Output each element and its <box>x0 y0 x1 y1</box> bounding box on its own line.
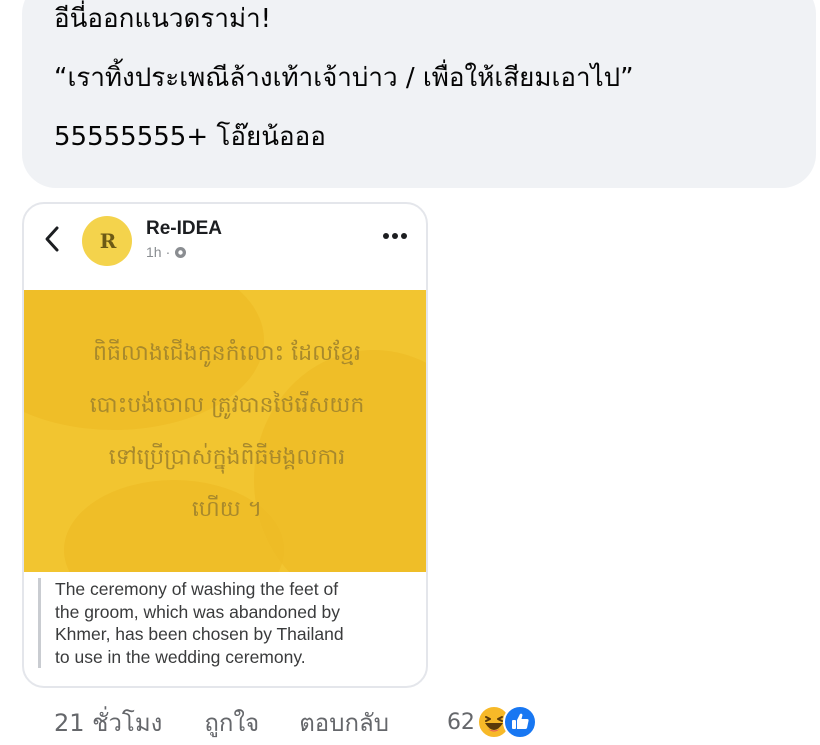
khmer-line: ទៅប្រើប្រាស់ក្នុងពិធីមង្គលការ <box>108 445 346 470</box>
post-time: 1h <box>146 244 162 260</box>
reaction-count[interactable]: 62 <box>447 710 475 735</box>
caption-line: The ceremony of washing the feet of <box>55 579 339 599</box>
caption-line: the groom, which was abandoned by <box>55 601 341 622</box>
globe-icon <box>175 246 187 258</box>
like-button[interactable]: ถูกใจ <box>204 703 259 742</box>
english-caption: The ceremony of washing the feet of the … <box>38 578 418 668</box>
khmer-text-block: ពិធីលាងជើងកូនកំលោះ ដែលខ្មែរ បោះបង់ចោល ត្… <box>24 290 426 572</box>
khmer-text: ពិធីលាងជើងកូនកំលោះ ដែលខ្មែរ បោះបង់ចោល ត្… <box>24 328 426 536</box>
comment-timestamp[interactable]: 21 ชั่วโมง <box>54 703 162 742</box>
comment-actions: 21 ชั่วโมง ถูกใจ ตอบกลับ 62 <box>54 702 537 742</box>
caption-line: to use in the wedding ceremony. <box>55 646 306 667</box>
comment-bubble: อีนี่ออกแนวดราม่า! “เราทิ้งประเพณีล้างเท… <box>22 0 816 188</box>
comment-attachment-image[interactable]: R Re-IDEA 1h · ពិធីលាងជើងកូនកំលោះ ដែលខ្ម… <box>22 202 428 688</box>
reaction-summary[interactable] <box>476 705 537 739</box>
khmer-line: ហើយ ។ <box>191 497 263 522</box>
meta-separator: · <box>165 244 171 260</box>
back-chevron-icon <box>45 226 59 252</box>
khmer-line: បោះបង់ចោល ត្រូវបានថៃរើសយក <box>89 393 365 418</box>
like-icon <box>502 705 537 739</box>
more-options-icon <box>383 233 407 239</box>
page-logo: R <box>99 229 117 253</box>
comment-text-line: อีนี่ออกแนวดราม่า! <box>54 4 272 34</box>
khmer-line: ពិធីលាងជើងកូនកំលោះ ដែលខ្មែរ <box>92 341 362 366</box>
comment-text-line: “เราทิ้งประเพณีล้างเท้าเจ้าบ่าว / เพื่อใ… <box>54 63 634 93</box>
post-meta: 1h · <box>146 244 187 260</box>
post-header: R Re-IDEA 1h · <box>24 204 426 290</box>
reply-button[interactable]: ตอบกลับ <box>299 703 389 742</box>
comment-text-line: 55555555+ โอ๊ยน้อออ <box>54 122 326 152</box>
caption-line: Khmer, has been chosen by Thailand <box>55 624 344 644</box>
page-name: Re-IDEA <box>146 218 223 239</box>
page-avatar: R <box>82 216 132 266</box>
